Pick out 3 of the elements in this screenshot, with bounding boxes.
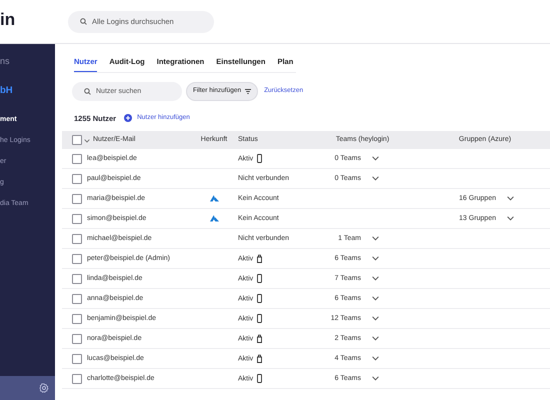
organization-name[interactable]: bH — [0, 86, 55, 96]
sidebar-section-title: ns — [0, 57, 11, 66]
logo-text: in — [0, 11, 16, 28]
